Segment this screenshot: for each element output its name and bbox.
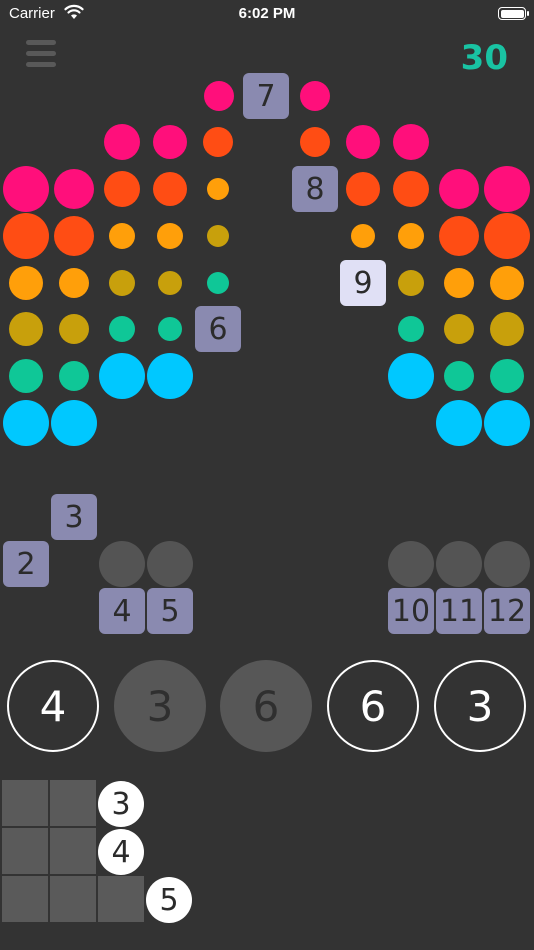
hamburger-icon-bar <box>26 62 56 67</box>
seat-dot <box>490 312 524 346</box>
seat-dot <box>490 266 524 300</box>
seat-dot <box>9 266 43 300</box>
seat-dot <box>398 223 424 249</box>
seat-dot <box>157 223 183 249</box>
seat-dot <box>109 223 135 249</box>
seat-dot <box>147 353 193 399</box>
empty-seat <box>147 541 193 587</box>
seat-dot <box>484 166 530 212</box>
seat-dot <box>207 225 229 247</box>
grid-cell <box>50 828 96 874</box>
tile-12[interactable]: 12 <box>484 588 530 634</box>
tile-7[interactable]: 7 <box>243 73 289 119</box>
tile-10[interactable]: 10 <box>388 588 434 634</box>
seat-dot <box>490 359 524 393</box>
seat-dot <box>59 314 89 344</box>
seat-dot <box>207 178 229 200</box>
seat-dot <box>3 400 49 446</box>
seat-dot <box>9 359 43 393</box>
clock: 6:02 PM <box>238 5 296 22</box>
seat-dot <box>59 361 89 391</box>
seat-dot <box>439 169 479 209</box>
seat-dot <box>207 272 229 294</box>
empty-seat <box>99 541 145 587</box>
seat-dot <box>153 172 187 206</box>
seat-dot <box>158 317 182 341</box>
seat-dot <box>300 81 330 111</box>
seat-dot <box>346 125 380 159</box>
seat-dot <box>109 270 135 296</box>
battery-icon <box>498 7 529 20</box>
seat-dot <box>203 127 233 157</box>
seat-dot <box>398 270 424 296</box>
tile-5[interactable]: 5 <box>147 588 193 634</box>
menu-button[interactable] <box>26 40 56 70</box>
grid-cell <box>2 780 48 826</box>
tile-4[interactable]: 4 <box>99 588 145 634</box>
seat-dot <box>54 169 94 209</box>
tile-3[interactable]: 3 <box>51 494 97 540</box>
seat-dot <box>104 171 140 207</box>
seat-dot <box>444 314 474 344</box>
empty-seat <box>388 541 434 587</box>
seat-dot <box>104 124 140 160</box>
row-count-badge: 4 <box>98 829 144 875</box>
choice-circle[interactable]: 6 <box>220 660 312 752</box>
row-count-badge: 5 <box>146 877 192 923</box>
seat-dot <box>484 400 530 446</box>
tile-6[interactable]: 6 <box>195 306 241 352</box>
grid-cell <box>2 876 48 922</box>
empty-seat <box>436 541 482 587</box>
seat-dot <box>388 353 434 399</box>
grid-cell <box>98 876 144 922</box>
grid-cell <box>50 876 96 922</box>
seat-dot <box>444 361 474 391</box>
seat-dot <box>51 400 97 446</box>
seat-dot <box>444 268 474 298</box>
seat-dot <box>158 271 182 295</box>
choice-circle[interactable]: 6 <box>327 660 419 752</box>
row-count-badge: 3 <box>98 781 144 827</box>
grid-cell <box>50 780 96 826</box>
choice-circle[interactable]: 3 <box>114 660 206 752</box>
seat-dot <box>393 171 429 207</box>
score: 30 <box>460 38 508 78</box>
seat-dot <box>9 312 43 346</box>
seat-dot <box>59 268 89 298</box>
seat-dot <box>436 400 482 446</box>
seat-dot <box>54 216 94 256</box>
seat-dot <box>346 172 380 206</box>
seat-dot <box>3 166 49 212</box>
tile-8[interactable]: 8 <box>292 166 338 212</box>
seat-dot <box>109 316 135 342</box>
seat-dot <box>393 124 429 160</box>
tile-9[interactable]: 9 <box>340 260 386 306</box>
seat-dot <box>204 81 234 111</box>
seat-dot <box>439 216 479 256</box>
hamburger-icon-bar <box>26 40 56 45</box>
hamburger-icon-bar <box>26 51 56 56</box>
grid-cell <box>2 828 48 874</box>
seat-dot <box>153 125 187 159</box>
seat-dot <box>484 213 530 259</box>
seat-dot <box>99 353 145 399</box>
choice-circle[interactable]: 3 <box>434 660 526 752</box>
choice-circle[interactable]: 4 <box>7 660 99 752</box>
tile-11[interactable]: 11 <box>436 588 482 634</box>
seat-dot <box>351 224 375 248</box>
seat-dot <box>398 316 424 342</box>
seat-dot <box>3 213 49 259</box>
seat-dot <box>300 127 330 157</box>
empty-seat <box>484 541 530 587</box>
tile-2[interactable]: 2 <box>3 541 49 587</box>
status-bar: Carrier 6:02 PM <box>0 0 534 30</box>
